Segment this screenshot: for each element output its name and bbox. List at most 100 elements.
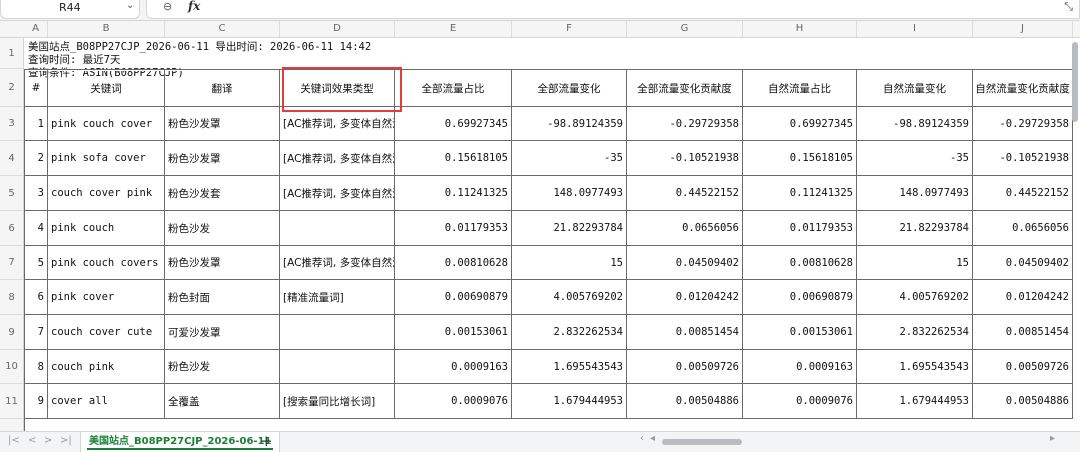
table-cell[interactable]: 21.82293784	[512, 211, 627, 246]
table-cell[interactable]: 粉色沙发	[165, 211, 280, 246]
column-header-e[interactable]: E	[395, 21, 512, 37]
table-cell[interactable]: 1.695543543	[512, 350, 627, 384]
row-header-7[interactable]: 7	[0, 246, 23, 280]
table-cell[interactable]: -0.10521938	[973, 141, 1073, 176]
table-cell[interactable]: 2.832262534	[512, 315, 627, 350]
table-cell[interactable]: -35	[857, 141, 973, 176]
header-cell[interactable]: 全部流量变化贡献度	[627, 69, 743, 107]
column-header-g[interactable]: G	[627, 21, 743, 37]
table-cell[interactable]: 0.00690879	[395, 280, 512, 315]
table-cell[interactable]: 0.00851454	[627, 315, 743, 350]
name-box[interactable]: R44 ⌄	[0, 0, 140, 19]
formula-input[interactable]: ⊖ fx ⤡	[146, 0, 1080, 19]
header-cell[interactable]: 关键词效果类型	[280, 69, 395, 107]
table-cell[interactable]: 15	[857, 246, 973, 280]
table-cell[interactable]: [精准流量词]	[280, 280, 395, 315]
table-cell[interactable]: 全覆盖	[165, 384, 280, 419]
header-cell[interactable]: 自然流量占比	[743, 69, 857, 107]
table-cell[interactable]: 148.0977493	[512, 176, 627, 211]
table-cell[interactable]: 0.04509402	[973, 246, 1073, 280]
add-sheet-icon[interactable]: +	[260, 432, 273, 450]
table-cell[interactable]: 0.04509402	[627, 246, 743, 280]
column-header-i[interactable]: I	[857, 21, 973, 37]
table-cell[interactable]: 7	[24, 315, 48, 350]
table-cell[interactable]: 0.44522152	[627, 176, 743, 211]
table-cell[interactable]: 0.00810628	[743, 246, 857, 280]
table-cell[interactable]: [AC推荐词, 多变体自然流量词]	[280, 107, 395, 141]
table-cell[interactable]: 0.00153061	[395, 315, 512, 350]
row-header-1[interactable]: 1	[0, 38, 23, 69]
table-cell[interactable]: 0.00504886	[627, 384, 743, 419]
row-header-10[interactable]: 10	[0, 350, 23, 384]
table-cell[interactable]: 0.00504886	[973, 384, 1073, 419]
column-header-c[interactable]: C	[165, 21, 280, 37]
column-header-j[interactable]: J	[973, 21, 1073, 37]
table-cell[interactable]: 2	[24, 141, 48, 176]
table-cell[interactable]: couch cover pink	[48, 176, 165, 211]
function-icon[interactable]: fx	[188, 0, 200, 13]
header-cell[interactable]: 全部流量占比	[395, 69, 512, 107]
table-cell[interactable]: -98.89124359	[857, 107, 973, 141]
header-cell[interactable]: #	[24, 69, 48, 107]
table-cell[interactable]: 0.00810628	[395, 246, 512, 280]
table-cell[interactable]: 粉色沙发	[165, 350, 280, 384]
table-cell[interactable]: 0.00153061	[743, 315, 857, 350]
table-cell[interactable]: 0.01179353	[395, 211, 512, 246]
sheet-tab[interactable]: 美国站点_B08PP27CJP_2026-06-11	[80, 432, 281, 452]
column-header-h[interactable]: H	[743, 21, 857, 37]
table-cell[interactable]: 0.01204242	[627, 280, 743, 315]
table-cell[interactable]: 9	[24, 384, 48, 419]
table-cell[interactable]: 1.679444953	[857, 384, 973, 419]
table-cell[interactable]: -0.10521938	[627, 141, 743, 176]
table-cell[interactable]: 1.695543543	[857, 350, 973, 384]
header-cell[interactable]: 翻译	[165, 69, 280, 107]
table-cell[interactable]: 0.01179353	[743, 211, 857, 246]
column-header-d[interactable]: D	[280, 21, 395, 37]
table-cell[interactable]: 0.0009076	[743, 384, 857, 419]
table-cell[interactable]: -98.89124359	[512, 107, 627, 141]
table-cell[interactable]	[280, 315, 395, 350]
table-cell[interactable]: 3	[24, 176, 48, 211]
table-cell[interactable]: pink sofa cover	[48, 141, 165, 176]
table-cell[interactable]: 0.01204242	[973, 280, 1073, 315]
column-header-a[interactable]: A	[24, 21, 48, 37]
header-cell[interactable]: 全部流量变化	[512, 69, 627, 107]
table-cell[interactable]: 粉色封面	[165, 280, 280, 315]
table-cell[interactable]: 0.0009163	[743, 350, 857, 384]
table-cell[interactable]: 0.15618105	[743, 141, 857, 176]
table-cell[interactable]: couch cover cute	[48, 315, 165, 350]
table-cell[interactable]: pink couch	[48, 211, 165, 246]
table-cell[interactable]: pink couch cover	[48, 107, 165, 141]
row-header-4[interactable]: 4	[0, 141, 23, 176]
table-cell[interactable]: 0.69927345	[395, 107, 512, 141]
row-header-8[interactable]: 8	[0, 280, 23, 315]
row-header-3[interactable]: 3	[0, 107, 23, 141]
table-cell[interactable]: 0.11241325	[395, 176, 512, 211]
table-cell[interactable]: pink cover	[48, 280, 165, 315]
row-header-11[interactable]: 11	[0, 384, 23, 419]
next-sheet-icon[interactable]: >	[44, 435, 52, 446]
table-cell[interactable]: 0.44522152	[973, 176, 1073, 211]
column-header-b[interactable]: B	[48, 21, 165, 37]
table-cell[interactable]: 0.11241325	[743, 176, 857, 211]
chevron-down-icon[interactable]: ⌄	[126, 0, 134, 11]
table-cell[interactable]: 1.679444953	[512, 384, 627, 419]
table-cell[interactable]: 1	[24, 107, 48, 141]
table-cell[interactable]: 粉色沙发罩	[165, 107, 280, 141]
vertical-scrollbar[interactable]	[1072, 42, 1078, 122]
table-cell[interactable]: 粉色沙发套	[165, 176, 280, 211]
sheet-grid[interactable]: 美国站点_B08PP27CJP_2026-06-11 导出时间: 2026-06…	[24, 38, 1080, 431]
last-sheet-icon[interactable]: >|	[60, 435, 72, 446]
table-cell[interactable]: cover all	[48, 384, 165, 419]
horizontal-scrollbar[interactable]: ‹ ◂ ▸	[640, 433, 1060, 448]
table-cell[interactable]: 4.005769202	[512, 280, 627, 315]
table-cell[interactable]: 0.00690879	[743, 280, 857, 315]
table-cell[interactable]: -35	[512, 141, 627, 176]
table-cell[interactable]: 可爱沙发罩	[165, 315, 280, 350]
prev-sheet-icon[interactable]: <	[28, 435, 36, 446]
table-cell[interactable]: pink couch covers	[48, 246, 165, 280]
table-cell[interactable]: 21.82293784	[857, 211, 973, 246]
table-cell[interactable]: [AC推荐词, 多变体自然流量词]	[280, 176, 395, 211]
table-cell[interactable]: -0.29729358	[973, 107, 1073, 141]
table-cell[interactable]: 148.0977493	[857, 176, 973, 211]
